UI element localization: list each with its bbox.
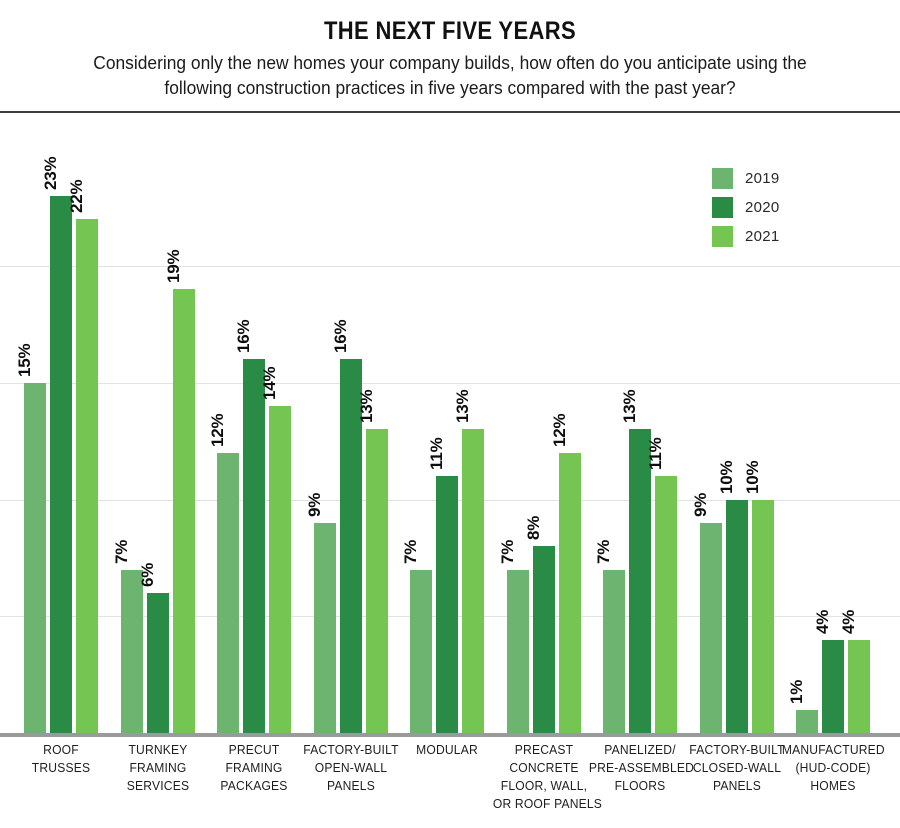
x-axis-label-line: FRAMING bbox=[128, 760, 187, 775]
x-axis-label-line: PRECUT bbox=[228, 742, 280, 757]
x-axis-label-line: TURNKEY bbox=[127, 742, 188, 757]
x-axis-label-line: TRUSSES bbox=[31, 760, 91, 775]
gridline-5 bbox=[0, 616, 900, 618]
x-axis-label-line: PANELS bbox=[326, 778, 375, 793]
x-axis-label: PANELIZED/PRE-ASSEMBLED FLOORS bbox=[588, 741, 695, 795]
x-axis-label-line: MANUFACTURED bbox=[781, 742, 885, 757]
x-axis-label-line: FACTORY-BUILT bbox=[688, 742, 785, 757]
x-axis-label-line: PANELIZED/ bbox=[604, 742, 676, 757]
gridline-20 bbox=[0, 266, 900, 267]
x-axis-label-line: OPEN-WALL bbox=[314, 760, 387, 775]
legend-item-2020[interactable]: 2020 bbox=[712, 196, 852, 218]
x-axis-label-line: FLOORS bbox=[614, 778, 666, 793]
x-axis-label: ROOF TRUSSES bbox=[10, 741, 112, 777]
x-axis-label: PRECAST CONCRETE FLOOR, WALL, OR ROOF PANEL… bbox=[492, 741, 602, 813]
x-axis-label-line: PRECAST bbox=[514, 742, 573, 757]
legend-label: 2019 bbox=[745, 169, 780, 187]
x-axis-label-line: CONCRETE bbox=[508, 760, 579, 775]
legend-label: 2020 bbox=[745, 198, 780, 216]
x-axis-label-line: MODULAR bbox=[416, 742, 478, 757]
x-axis-label-line: SERVICES bbox=[126, 778, 189, 793]
x-axis-label-line: OR ROOF PANELS bbox=[492, 796, 602, 811]
x-axis-label-line: (HUD-CODE) bbox=[795, 760, 871, 775]
x-axis-label-line: PACKAGES bbox=[220, 778, 288, 793]
gridline-10 bbox=[0, 499, 900, 501]
legend-swatch-icon bbox=[712, 225, 733, 247]
chart-legend: 2019 2020 2021 bbox=[712, 167, 852, 255]
x-axis-label: PRECUT FRAMING PACKAGES bbox=[203, 741, 305, 795]
legend-label: 2021 bbox=[745, 227, 780, 245]
x-axis-label-line: HOMES bbox=[810, 778, 856, 793]
x-axis-label: MANUFACTURED (HUD-CODE) HOMES bbox=[781, 741, 885, 795]
axis-baseline bbox=[0, 733, 900, 737]
chart-subtitle: Considering only the new homes your comp… bbox=[93, 52, 807, 99]
legend-item-2019[interactable]: 2019 bbox=[712, 167, 852, 189]
x-axis-label-line: FRAMING bbox=[225, 760, 283, 775]
legend-swatch-icon bbox=[712, 196, 733, 218]
x-axis-label-line: PRE-ASSEMBLED bbox=[588, 760, 695, 775]
x-axis-label-line: CLOSED-WALL bbox=[692, 760, 781, 775]
x-axis-labels: ROOF TRUSSES TURNKEY FRAMING SERVICES PRECUT F… bbox=[0, 741, 900, 828]
chart-title: THE NEXT FIVE YEARS bbox=[323, 17, 577, 45]
x-axis-label: FACTORY-BUILT CLOSED-WALL PANELS bbox=[685, 741, 787, 795]
legend-swatch-icon bbox=[712, 167, 733, 189]
x-axis-label: TURNKEY FRAMING SERVICES bbox=[106, 741, 208, 795]
x-axis-label-line: ROOF bbox=[43, 742, 79, 757]
chart-header: THE NEXT FIVE YEARS Considering only the… bbox=[0, 0, 900, 101]
legend-item-2021[interactable]: 2021 bbox=[712, 225, 852, 247]
gridline-15 bbox=[0, 382, 900, 384]
x-axis-label-line: PANELS bbox=[712, 778, 761, 793]
x-axis-label: MODULAR bbox=[396, 741, 498, 759]
x-axis-label-line: FACTORY-BUILT bbox=[302, 742, 399, 757]
x-axis-label-line: FLOOR, WALL, bbox=[500, 778, 587, 793]
x-axis-label: FACTORY-BUILT OPEN-WALL PANELS bbox=[299, 741, 401, 795]
